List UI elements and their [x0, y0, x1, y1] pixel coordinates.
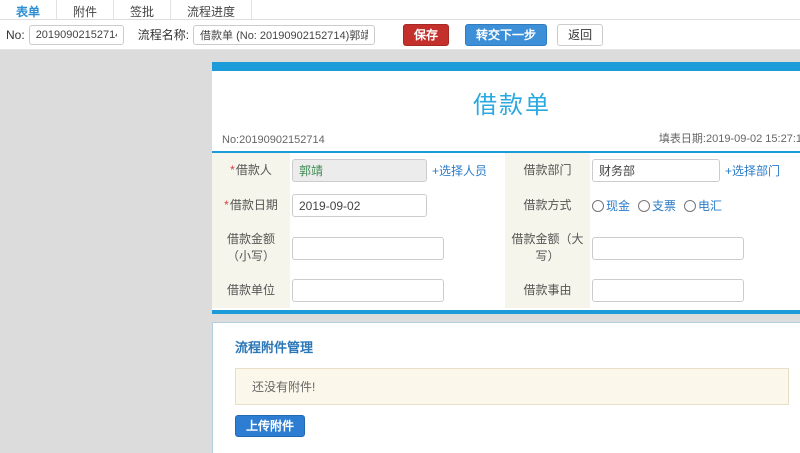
loan-reason-input[interactable] — [592, 279, 744, 302]
amount-lower-input[interactable] — [292, 236, 444, 260]
loan-method-label: 借款方式 — [505, 188, 590, 223]
no-input[interactable] — [28, 24, 124, 45]
loan-form-panel: 借款单 No:20190902152714 填表日期:2019-09-02 15… — [212, 62, 800, 314]
select-department-link[interactable]: +选择部门 — [725, 162, 780, 179]
method-wire-option[interactable]: 电汇 — [684, 197, 722, 214]
form-date-text: 填表日期:2019-09-02 15:27:1 — [658, 133, 800, 145]
method-cash-radio[interactable] — [592, 199, 604, 212]
form-bottom-accent-bar — [212, 310, 800, 314]
form-title: 借款单 — [473, 92, 551, 119]
borrower-input[interactable] — [292, 159, 427, 182]
save-button[interactable]: 保存 — [403, 23, 450, 46]
upload-attachment-button[interactable]: 上传附件 — [235, 415, 306, 437]
page-background: 借款单 No:20190902152714 填表日期:2019-09-02 15… — [0, 50, 800, 453]
attachments-panel-title: 流程附件管理 — [235, 340, 314, 355]
amount-upper-label: 借款金额（大写） — [505, 223, 590, 273]
method-cheque-option[interactable]: 支票 — [638, 197, 676, 214]
loan-date-label: *借款日期 — [212, 188, 290, 223]
form-no-text: No:20190902152714 — [222, 134, 325, 146]
tab-form[interactable]: 表单 — [0, 0, 58, 19]
action-toolbar: No: 流程名称: 保存 转交下一步 返回 — [0, 20, 800, 50]
borrower-label: *借款人 — [212, 153, 290, 188]
form-top-accent-bar — [212, 62, 800, 71]
loan-reason-label: 借款事由 — [505, 273, 590, 308]
process-name-label: 流程名称: — [137, 28, 190, 42]
method-cheque-radio[interactable] — [638, 199, 651, 212]
tab-approval[interactable]: 签批 — [114, 0, 172, 19]
forward-next-step-button[interactable]: 转交下一步 — [465, 23, 548, 46]
loan-date-input[interactable] — [292, 194, 427, 217]
required-mark: * — [224, 198, 229, 212]
form-meta-row: No:20190902152714 填表日期:2019-09-02 15:27:… — [212, 130, 800, 153]
tab-process-progress[interactable]: 流程进度 — [171, 0, 253, 19]
select-person-link[interactable]: +选择人员 — [432, 162, 487, 179]
required-mark: * — [230, 163, 235, 177]
method-cash-option[interactable]: 现金 — [592, 197, 630, 214]
process-name-input[interactable] — [193, 24, 376, 45]
amount-lower-label: 借款金额（小写） — [212, 223, 290, 273]
form-grid: *借款人 +选择人员 借款部门 +选择部门 *借款日期 借款 — [212, 153, 800, 308]
attachments-panel: 流程附件管理 还没有附件! 上传附件 — [212, 322, 800, 453]
amount-upper-input[interactable] — [592, 236, 744, 260]
tab-attachments[interactable]: 附件 — [57, 0, 115, 19]
no-label: No: — [6, 27, 25, 42]
back-button[interactable]: 返回 — [557, 23, 604, 46]
tab-bar: 表单 附件 签批 流程进度 — [0, 0, 800, 20]
department-label: 借款部门 — [505, 153, 590, 188]
department-input[interactable] — [592, 159, 720, 182]
method-wire-radio[interactable] — [684, 199, 697, 212]
loan-unit-label: 借款单位 — [212, 273, 290, 308]
loan-method-radio-group: 现金 支票 电汇 — [592, 197, 722, 214]
loan-unit-input[interactable] — [292, 279, 444, 302]
no-attachments-message: 还没有附件! — [235, 368, 789, 405]
